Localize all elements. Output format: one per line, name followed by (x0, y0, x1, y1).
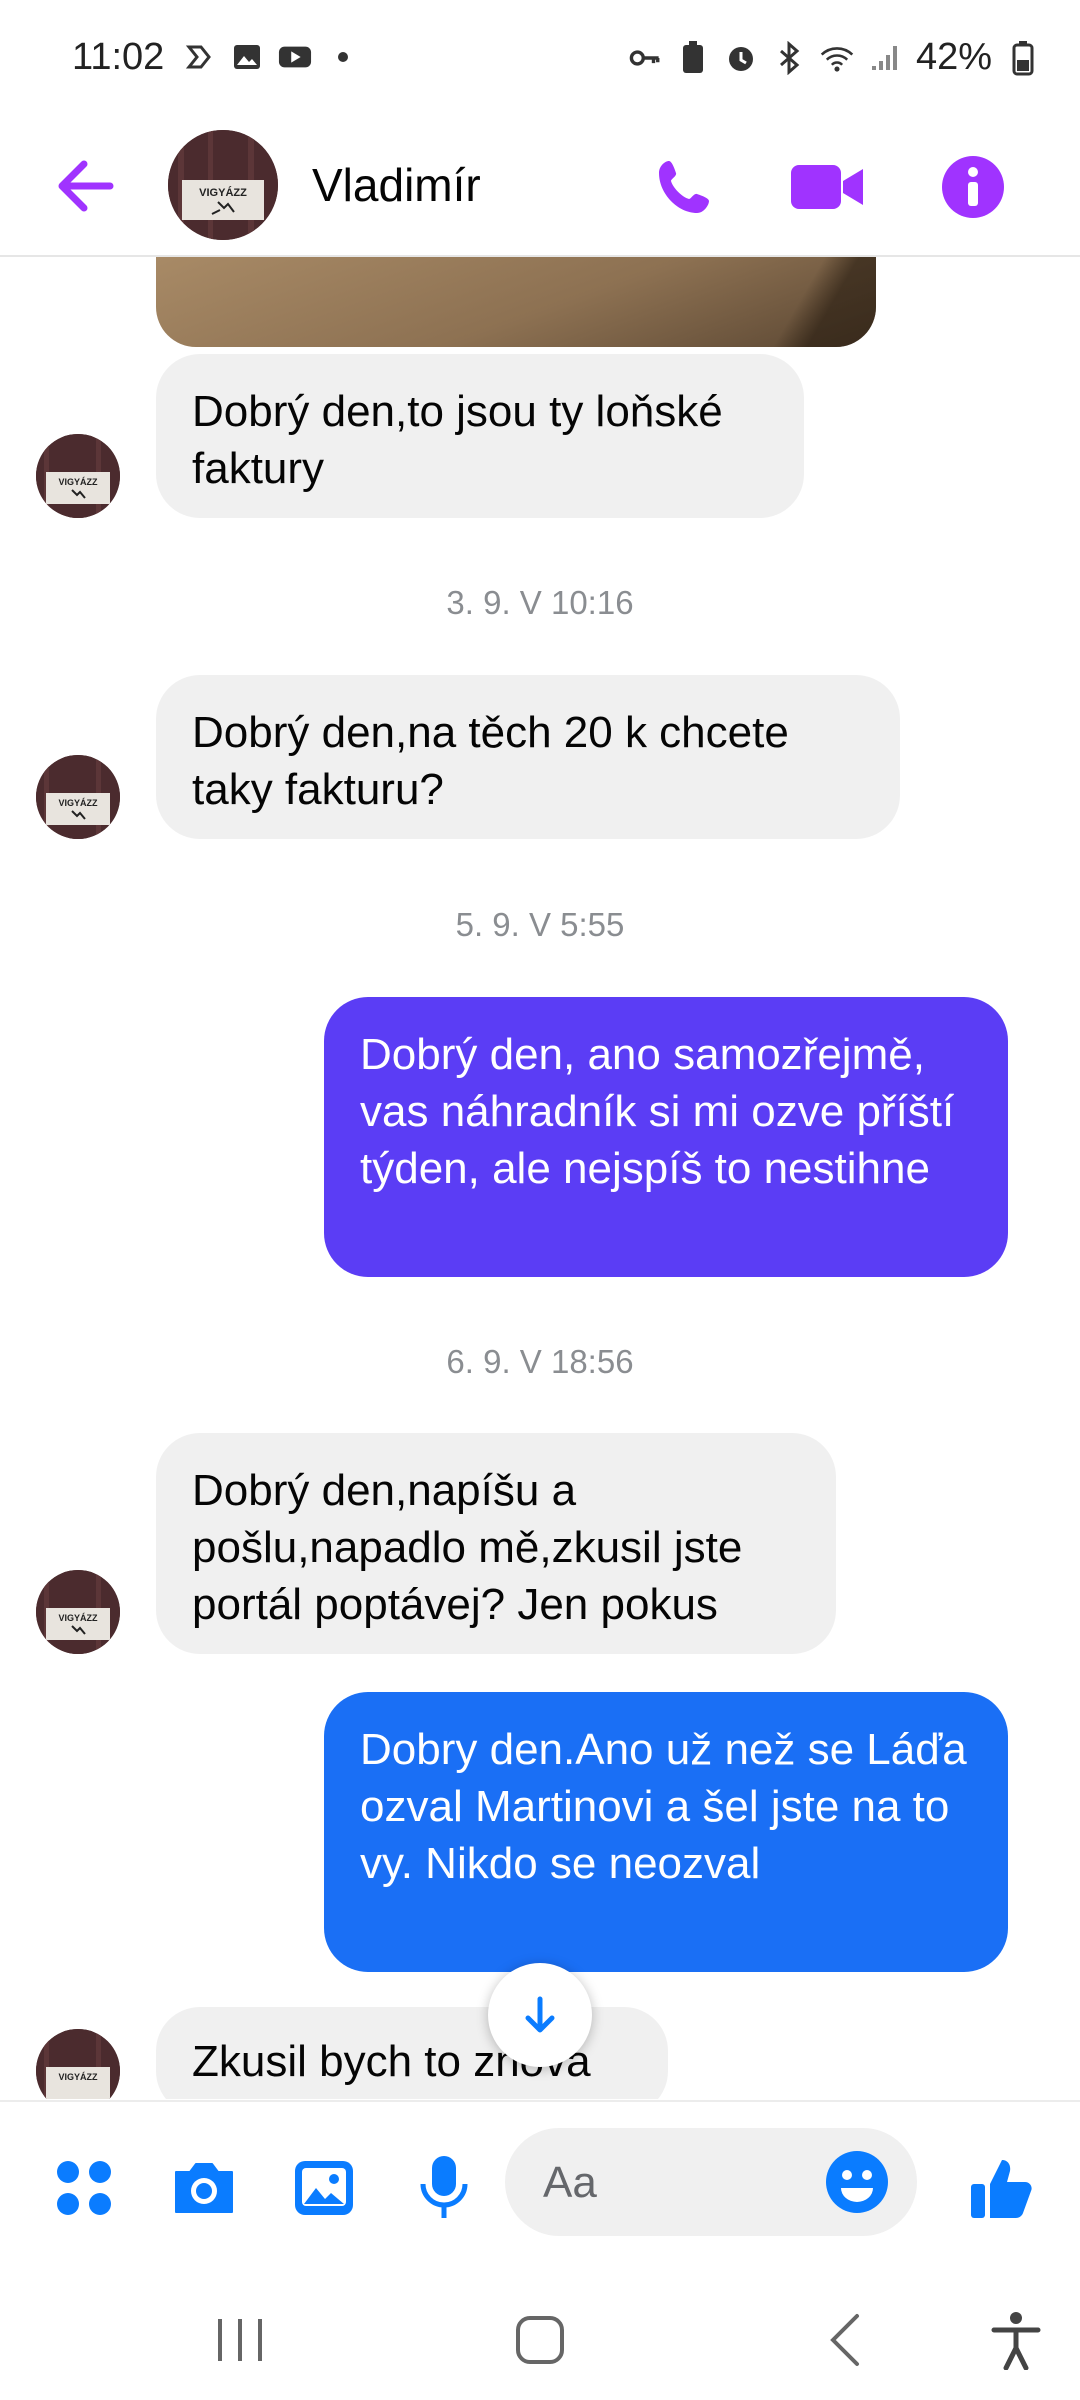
svg-text:VIGYÁZZ: VIGYÁZZ (58, 477, 98, 487)
video-camera-icon (791, 165, 863, 209)
message-input[interactable] (541, 2128, 805, 2238)
contact-avatar-small: VIGYÁZZ (36, 2029, 120, 2099)
system-back-button[interactable] (806, 2300, 886, 2380)
incoming-message-bubble[interactable]: Dobrý den,to jsou ty loňské faktury (156, 354, 804, 518)
youtube-notification-icon (278, 40, 312, 74)
message-input-container[interactable] (505, 2128, 917, 2238)
back-button[interactable] (48, 148, 124, 224)
scroll-to-bottom-button[interactable] (488, 1963, 592, 2067)
system-navigation-bar (0, 2260, 1080, 2400)
gallery-button[interactable] (288, 2152, 360, 2224)
photo-attachment[interactable] (156, 257, 876, 347)
status-bar: 11:02 42% (0, 0, 1080, 120)
video-call-button[interactable] (782, 142, 872, 232)
svg-text:VIGYÁZZ: VIGYÁZZ (58, 1613, 98, 1623)
microphone-icon (420, 2156, 468, 2218)
message-timestamp: 6. 9. V 18:56 (446, 1343, 634, 1380)
contact-avatar-small: VIGYÁZZ (36, 434, 120, 518)
back-arrow-icon (58, 160, 114, 212)
svg-text:VIGYÁZZ: VIGYÁZZ (58, 798, 98, 808)
thumbs-up-icon (971, 2160, 1032, 2218)
incoming-message-bubble[interactable]: Dobrý den,na těch 20 k chcete taky faktu… (156, 675, 900, 839)
like-button[interactable] (966, 2152, 1038, 2224)
message-composer (0, 2100, 1080, 2262)
phone-icon (659, 161, 709, 213)
contact-avatar-small: VIGYÁZZ (36, 755, 120, 839)
contact-name[interactable]: Vladimír (312, 158, 481, 212)
vpn-key-icon (628, 41, 662, 75)
wifi-icon (820, 41, 854, 75)
conversation-header: VIGYÁZZ Vladimír (0, 120, 1080, 257)
outgoing-message-bubble[interactable]: Dobry den.Ano už než se Láďa ozval Marti… (324, 1692, 1008, 1972)
contact-avatar[interactable]: VIGYÁZZ (168, 130, 278, 240)
status-time: 11:02 (72, 36, 165, 78)
home-icon (516, 2316, 564, 2364)
camera-button[interactable] (168, 2152, 240, 2224)
contact-avatar-small: VIGYÁZZ (36, 1570, 120, 1654)
message-timestamp: 5. 9. V 5:55 (455, 906, 625, 943)
camera-icon (175, 2163, 233, 2213)
more-actions-button[interactable] (48, 2152, 120, 2224)
svg-text:VIGYÁZZ: VIGYÁZZ (58, 2072, 98, 2082)
voice-call-button[interactable] (640, 142, 730, 232)
recents-button[interactable] (200, 2300, 280, 2380)
info-icon (942, 156, 1004, 218)
gallery-icon (295, 2161, 353, 2215)
battery-saver-icon (676, 40, 710, 75)
svg-text:VIGYÁZZ: VIGYÁZZ (199, 186, 247, 199)
arrow-down-icon (525, 1996, 555, 2033)
incoming-message-bubble[interactable]: Dobrý den,napíšu a pošlu,napadlo mě,zkus… (156, 1433, 836, 1654)
bluetooth-icon (772, 40, 806, 75)
apps-grid-icon (57, 2161, 111, 2215)
more-notifications-dot-icon (326, 40, 360, 74)
accessibility-button[interactable] (976, 2300, 1056, 2380)
outgoing-message-bubble[interactable]: Dobrý den, ano samozřejmě, vas náhradník… (324, 997, 1008, 1277)
emoji-button[interactable] (823, 2148, 891, 2216)
gallery-notification-icon (230, 40, 264, 74)
conversation-info-button[interactable] (928, 142, 1018, 232)
battery-icon (1006, 40, 1040, 75)
emoji-icon (826, 2151, 888, 2213)
voice-message-button[interactable] (408, 2152, 480, 2224)
recents-icon (218, 2319, 262, 2361)
battery-percentage: 42% (915, 36, 992, 78)
alarm-icon (724, 41, 758, 75)
accessibility-icon (991, 2312, 1041, 2370)
signal-icon (868, 41, 902, 75)
message-list[interactable]: Dobrý den,to jsou ty loňské faktury VIGY… (0, 257, 1080, 2099)
back-icon (830, 2314, 859, 2366)
message-timestamp: 3. 9. V 10:16 (446, 584, 634, 621)
home-button[interactable] (500, 2300, 580, 2380)
app-notification-icon (182, 40, 216, 74)
